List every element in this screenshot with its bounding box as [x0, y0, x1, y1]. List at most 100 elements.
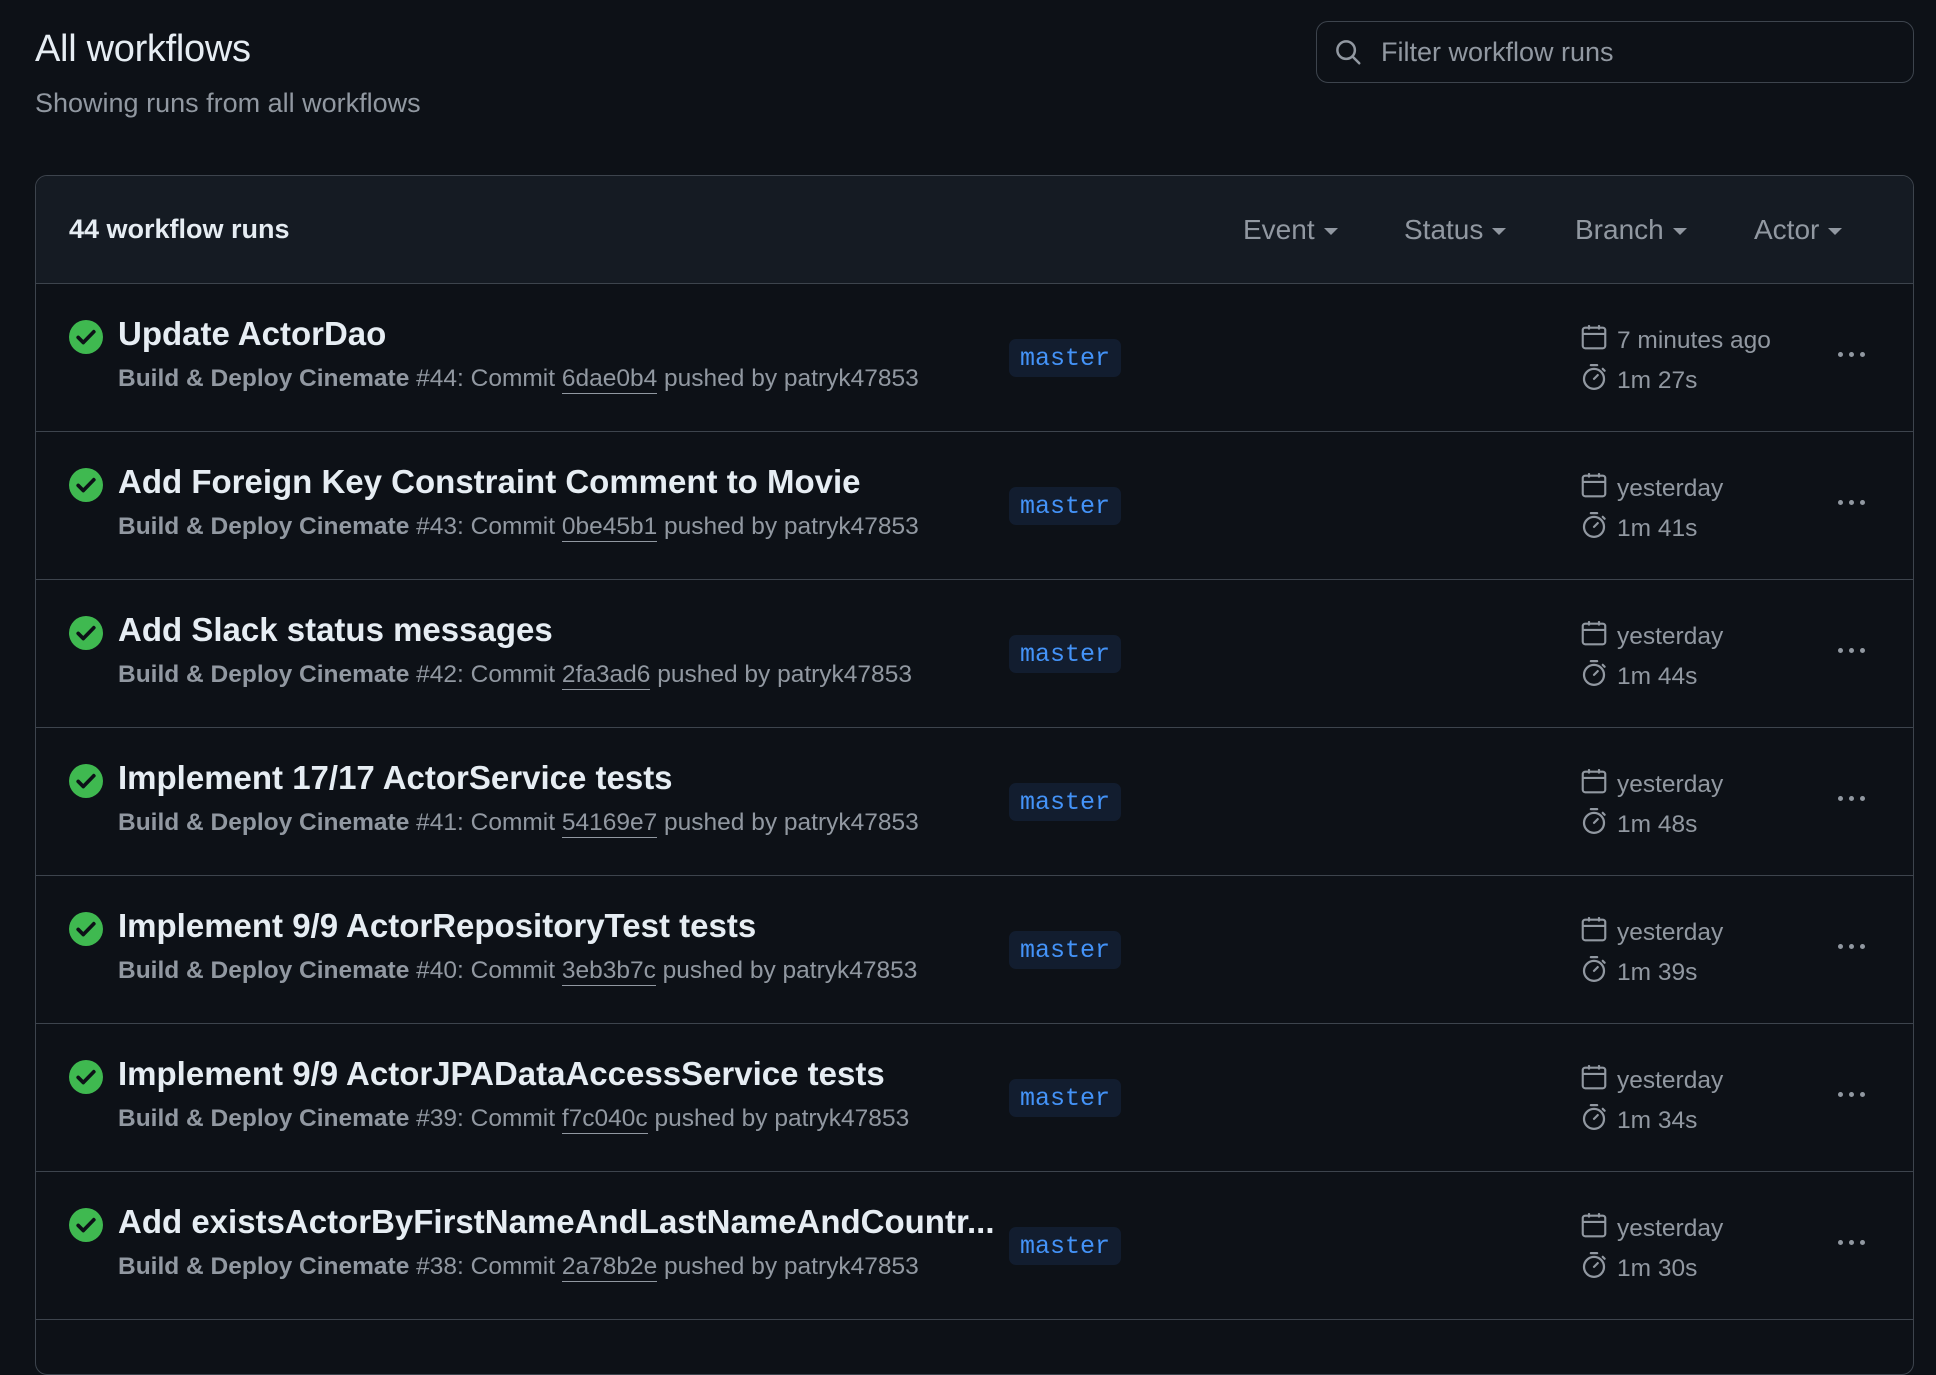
run-title-link[interactable]: Implement 9/9 ActorRepositoryTest tests	[118, 907, 756, 945]
filter-branch-dropdown[interactable]: Branch	[1575, 214, 1687, 246]
commit-link[interactable]: 2fa3ad6	[561, 661, 651, 690]
workflow-name: Build & Deploy Cinemate	[118, 957, 410, 984]
workflow-run-row[interactable]: Update ActorDao Build & Deploy Cinemate #…	[36, 284, 1913, 432]
kebab-menu-icon[interactable]	[1838, 1240, 1865, 1245]
run-timestamp: 7 minutes ago	[1579, 322, 1771, 359]
pushed-by-text: pushed by	[655, 957, 783, 984]
kebab-menu-icon[interactable]	[1838, 944, 1865, 949]
workflow-run-row[interactable]: Add Foreign Key Constraint Comment to Mo…	[36, 432, 1913, 580]
commit-link[interactable]: 54169e7	[561, 809, 658, 838]
timestamp-text: 7 minutes ago	[1617, 326, 1771, 354]
run-title-link[interactable]: Add Slack status messages	[118, 611, 553, 649]
run-number: #43	[416, 513, 458, 540]
workflow-run-row[interactable]: Implement 17/17 ActorService tests Build …	[36, 728, 1913, 876]
check-circle-icon	[69, 764, 103, 803]
filter-label: Event	[1243, 214, 1315, 245]
duration-text: 1m 39s	[1617, 958, 1698, 986]
check-circle-icon	[69, 912, 103, 951]
branch-label[interactable]: master	[1009, 487, 1122, 525]
duration-text: 1m 48s	[1617, 810, 1698, 838]
branch-label[interactable]: master	[1009, 1227, 1122, 1265]
stopwatch-icon	[1579, 510, 1617, 547]
list-header: 44 workflow runs Event Status Branch Actor	[36, 176, 1913, 284]
search-input[interactable]	[1379, 35, 1883, 69]
commit-link[interactable]: 0be45b1	[561, 513, 658, 542]
timestamp-text: yesterday	[1617, 1214, 1724, 1242]
workflow-name: Build & Deploy Cinemate	[118, 365, 410, 392]
kebab-menu-icon[interactable]	[1838, 796, 1865, 801]
kebab-menu-icon[interactable]	[1838, 352, 1865, 357]
workflow-name: Build & Deploy Cinemate	[118, 809, 410, 836]
run-duration: 1m 44s	[1579, 658, 1697, 695]
page-subtitle: Showing runs from all workflows	[35, 88, 421, 118]
branch-label[interactable]: master	[1009, 339, 1122, 377]
check-circle-icon	[69, 320, 103, 359]
filter-bar: Event Status Branch Actor	[36, 176, 1913, 284]
commit-link[interactable]: 3eb3b7c	[561, 957, 656, 986]
commit-prefix: : Commit	[457, 661, 562, 688]
filter-status-dropdown[interactable]: Status	[1404, 214, 1507, 246]
commit-link[interactable]: f7c040c	[561, 1105, 648, 1134]
run-meta: Build & Deploy Cinemate #40: Commit 3eb3…	[118, 957, 918, 986]
run-duration: 1m 27s	[1579, 362, 1697, 399]
kebab-menu-icon[interactable]	[1838, 500, 1865, 505]
run-title-link[interactable]: Add Foreign Key Constraint Comment to Mo…	[118, 463, 861, 501]
branch-label[interactable]: master	[1009, 1079, 1122, 1117]
run-title-link[interactable]: Implement 9/9 ActorJPADataAccessService …	[118, 1055, 885, 1093]
commit-link[interactable]: 6dae0b4	[561, 365, 658, 394]
filter-actor-dropdown[interactable]: Actor	[1754, 214, 1843, 246]
run-duration: 1m 30s	[1579, 1250, 1697, 1287]
search-icon	[1336, 40, 1361, 65]
filter-event-dropdown[interactable]: Event	[1243, 214, 1338, 246]
timestamp-text: yesterday	[1617, 918, 1724, 946]
calendar-icon	[1579, 1210, 1617, 1247]
run-title-link[interactable]: Implement 17/17 ActorService tests	[118, 759, 673, 797]
filter-label: Actor	[1754, 214, 1820, 245]
kebab-menu-icon[interactable]	[1838, 648, 1865, 653]
check-circle-icon	[69, 1208, 103, 1247]
stopwatch-icon	[1579, 1250, 1617, 1287]
commit-prefix: : Commit	[457, 809, 562, 836]
workflow-runs-list: 44 workflow runs Event Status Branch Actor …	[35, 175, 1914, 1375]
run-duration: 1m 39s	[1579, 954, 1697, 991]
actor-name: patryk47853	[783, 365, 919, 392]
run-number: #42	[416, 661, 458, 688]
duration-text: 1m 44s	[1617, 662, 1698, 690]
run-timestamp: yesterday	[1579, 914, 1723, 951]
timestamp-text: yesterday	[1617, 622, 1724, 650]
kebab-menu-icon[interactable]	[1838, 1092, 1865, 1097]
workflow-run-row[interactable]: Implement 9/9 ActorRepositoryTest tests B…	[36, 876, 1913, 1024]
run-number: #41	[416, 809, 458, 836]
branch-label[interactable]: master	[1009, 931, 1122, 969]
run-title-link[interactable]: Add existsActorByFirstNameAndLastNameAnd…	[118, 1203, 994, 1241]
run-meta: Build & Deploy Cinemate #42: Commit 2fa3…	[118, 661, 912, 690]
filter-label: Branch	[1575, 214, 1664, 245]
pushed-by-text: pushed by	[650, 661, 778, 688]
duration-text: 1m 30s	[1617, 1254, 1698, 1282]
check-circle-icon	[69, 468, 103, 507]
pushed-by-text: pushed by	[647, 1105, 775, 1132]
commit-link[interactable]: 2a78b2e	[561, 1253, 658, 1282]
search-box[interactable]	[1316, 21, 1914, 83]
duration-text: 1m 41s	[1617, 514, 1698, 542]
actor-name: patryk47853	[782, 957, 918, 984]
stopwatch-icon	[1579, 954, 1617, 991]
run-title-link[interactable]: Update ActorDao	[118, 315, 386, 353]
timestamp-text: yesterday	[1617, 770, 1724, 798]
workflow-run-row[interactable]: Implement 9/9 ActorJPADataAccessService …	[36, 1024, 1913, 1172]
workflow-name: Build & Deploy Cinemate	[118, 1253, 410, 1280]
workflow-run-row[interactable]: Add existsActorByFirstNameAndLastNameAnd…	[36, 1172, 1913, 1320]
run-timestamp: yesterday	[1579, 766, 1723, 803]
calendar-icon	[1579, 618, 1617, 655]
timestamp-text: yesterday	[1617, 1066, 1724, 1094]
timestamp-text: yesterday	[1617, 474, 1724, 502]
calendar-icon	[1579, 914, 1617, 951]
duration-text: 1m 27s	[1617, 366, 1698, 394]
workflow-name: Build & Deploy Cinemate	[118, 661, 410, 688]
run-duration: 1m 48s	[1579, 806, 1697, 843]
run-number: #44	[416, 365, 458, 392]
workflow-run-row[interactable]: Add Slack status messages Build & Deploy …	[36, 580, 1913, 728]
branch-label[interactable]: master	[1009, 635, 1122, 673]
branch-label[interactable]: master	[1009, 783, 1122, 821]
run-timestamp: yesterday	[1579, 1210, 1723, 1247]
